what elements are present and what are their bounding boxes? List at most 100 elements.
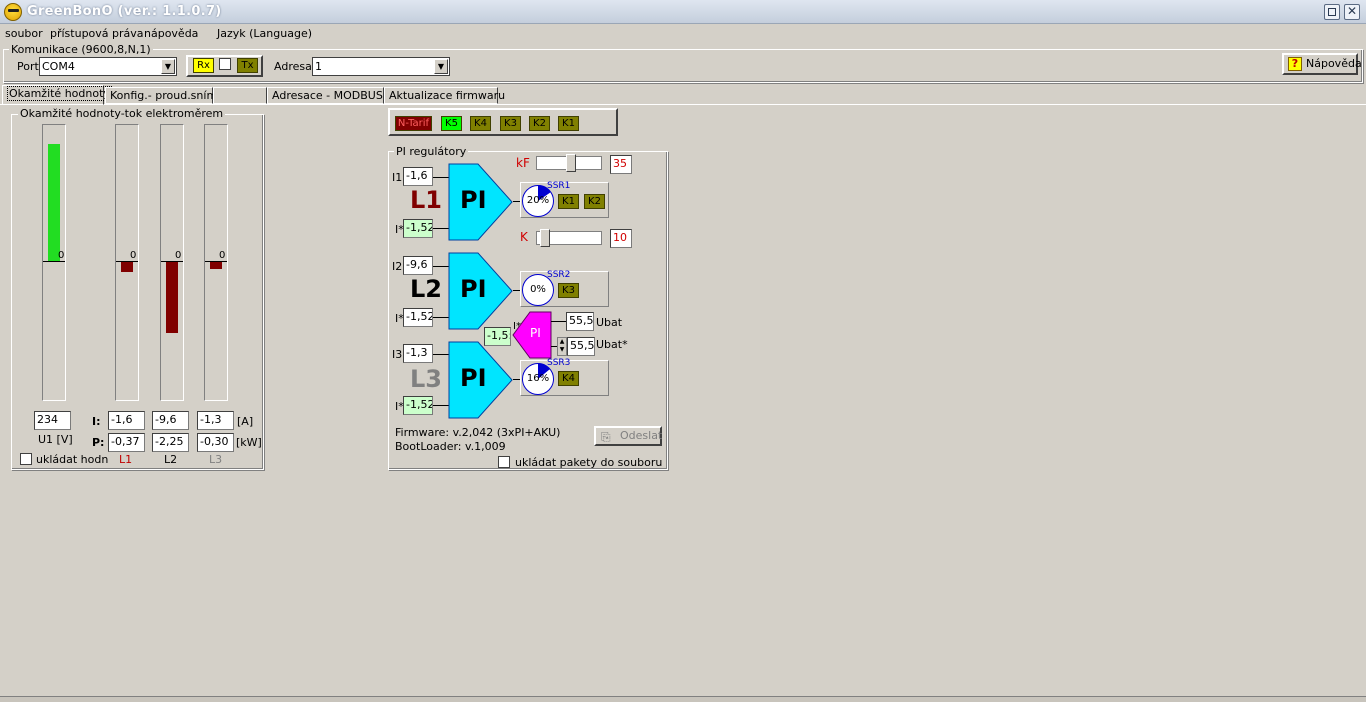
bootloader-info: BootLoader: v.1,009 bbox=[395, 440, 506, 453]
k-value: 10 bbox=[610, 229, 632, 248]
close-button[interactable]: ✕ bbox=[1344, 4, 1360, 20]
l1-bar-fill bbox=[121, 261, 133, 272]
ubat-value: 55,5 bbox=[566, 312, 594, 331]
relay-k3: K3 bbox=[500, 116, 521, 131]
l3-name: L3 bbox=[410, 365, 442, 393]
relay-k1: K1 bbox=[558, 116, 579, 131]
l3-zero-line bbox=[205, 261, 227, 262]
tab-konfig[interactable]: Konfig.- proud.sním. bbox=[105, 87, 221, 104]
port-label: Port bbox=[17, 60, 39, 73]
p-unit: [kW] bbox=[236, 436, 262, 449]
comm-group-title: Komunikace (9600,8,N,1) bbox=[9, 43, 153, 56]
port-value: COM4 bbox=[42, 60, 75, 73]
l1-zero-label: 0 bbox=[130, 250, 137, 261]
save-packets-label: ukládat pakety do souboru bbox=[515, 456, 663, 469]
chevron-down-icon[interactable]: ▼ bbox=[434, 59, 448, 74]
rx-indicator: Rx bbox=[193, 58, 214, 73]
i2-wire bbox=[433, 266, 449, 267]
ubat-spinner[interactable]: ▲ ▼ bbox=[557, 337, 567, 356]
menu-soubor[interactable]: soubor bbox=[5, 27, 43, 40]
u1-zero-label: 0 bbox=[58, 250, 65, 261]
menu-pristupova-prava[interactable]: přístupová práva bbox=[50, 27, 144, 40]
l2-zero-label: 0 bbox=[175, 250, 182, 261]
title-bar: GreenBonO (ver.: 1.1.0.7) ✕ bbox=[0, 0, 1366, 24]
save-values-label: ukládat hodnoty bbox=[36, 453, 109, 466]
u1-zero-line bbox=[43, 261, 65, 262]
kf-slider-thumb[interactable] bbox=[566, 154, 576, 172]
l1-bar bbox=[115, 124, 139, 401]
address-select[interactable]: 1 ▼ bbox=[312, 57, 450, 76]
ssr2-label: SSR2 bbox=[547, 270, 571, 280]
istar2-value: -1,52 bbox=[403, 308, 433, 327]
tx-indicator: Tx bbox=[237, 58, 258, 73]
istar1-wire bbox=[433, 228, 449, 229]
i-l2-value: -9,6 bbox=[152, 411, 189, 430]
help-icon: ? bbox=[1288, 57, 1302, 71]
save-packets-checkbox[interactable] bbox=[498, 456, 510, 468]
menu-jazyk[interactable]: Jazyk (Language) bbox=[217, 27, 312, 40]
l2-bar-fill bbox=[166, 261, 178, 333]
save-values-checkbox[interactable] bbox=[20, 453, 32, 465]
pi2-label: PI bbox=[460, 275, 487, 303]
ssr3-label: SSR3 bbox=[547, 358, 571, 368]
kf-value: 35 bbox=[610, 155, 632, 174]
ubat-star-label: Ubat* bbox=[596, 338, 628, 351]
ssr1-relay-k2: K2 bbox=[584, 194, 605, 209]
ubat-label: Ubat bbox=[596, 316, 623, 329]
restore-button[interactable] bbox=[1324, 4, 1340, 20]
u1-bar bbox=[42, 124, 66, 401]
tab-okamzite-hodnoty[interactable]: Okamžité hodnoty bbox=[2, 85, 112, 105]
send-button[interactable]: ⎘ Odeslat bbox=[594, 426, 662, 446]
i3-label: I3 bbox=[392, 348, 403, 361]
phase-label-l1: L1 bbox=[119, 453, 133, 466]
u1-value: 234 bbox=[34, 411, 71, 430]
send-icon: ⎘ bbox=[601, 430, 611, 444]
l1-zero-line bbox=[116, 261, 138, 262]
ubat-pi-label: PI bbox=[530, 326, 541, 340]
l3-bar bbox=[204, 124, 228, 401]
p-label: P: bbox=[92, 436, 105, 449]
ubat-star-value[interactable]: 55,58 bbox=[567, 337, 595, 356]
p-l1-value: -0,37 bbox=[108, 433, 145, 452]
i2-value: -9,6 bbox=[403, 256, 433, 275]
l2-zero-line bbox=[161, 261, 183, 262]
rx-tx-checkbox[interactable] bbox=[219, 58, 231, 70]
address-label: Adresa bbox=[274, 60, 312, 73]
ssr1-relay-k1: K1 bbox=[558, 194, 579, 209]
i-l1-value: -1,6 bbox=[108, 411, 145, 430]
menu-bar: soubor přístupová práva nápověda Jazyk (… bbox=[0, 24, 1366, 42]
help-button[interactable]: ? Nápověda bbox=[1282, 53, 1362, 75]
app-logo-icon bbox=[4, 3, 22, 21]
i1-wire bbox=[433, 177, 449, 178]
k-label: K bbox=[520, 230, 528, 244]
i3-wire bbox=[433, 354, 449, 355]
istar3-wire bbox=[433, 405, 449, 406]
kf-label: kF bbox=[516, 156, 530, 170]
i-l3-value: -1,3 bbox=[197, 411, 234, 430]
l3-bar-fill bbox=[210, 261, 222, 269]
meter-group-title: Okamžité hodnoty-tok elektroměrem bbox=[18, 107, 226, 120]
chevron-down-icon[interactable]: ▼ bbox=[161, 59, 175, 74]
menu-napoveda[interactable]: nápověda bbox=[144, 27, 198, 40]
i2-label: I2 bbox=[392, 260, 403, 273]
i-label: I: bbox=[92, 415, 101, 428]
l3-zero-label: 0 bbox=[219, 250, 226, 261]
i1-value: -1,6 bbox=[403, 167, 433, 186]
l2-bar bbox=[160, 124, 184, 401]
tab-aktualizace-firmwaru[interactable]: Aktualizace firmwaru bbox=[384, 87, 505, 104]
relay-k5: K5 bbox=[441, 116, 462, 131]
pi-group-title: PI regulátory bbox=[394, 145, 469, 158]
ssr2-relay-k3: K3 bbox=[558, 283, 579, 298]
port-select[interactable]: COM4 ▼ bbox=[39, 57, 177, 76]
relay-k2: K2 bbox=[529, 116, 550, 131]
l1-name: L1 bbox=[410, 186, 442, 214]
istar1-value: -1,52 bbox=[403, 219, 433, 238]
tab-blank[interactable] bbox=[213, 87, 267, 104]
relay-n-tarif: N-Tarif bbox=[395, 116, 432, 131]
address-value: 1 bbox=[315, 60, 322, 73]
k-slider-thumb[interactable] bbox=[540, 229, 550, 247]
tab-adresace-modbus[interactable]: Adresace - MODBUS bbox=[267, 87, 384, 104]
i3-value: -1,3 bbox=[403, 344, 433, 363]
phase-label-l3: L3 bbox=[209, 453, 223, 466]
i-unit: [A] bbox=[237, 415, 254, 428]
